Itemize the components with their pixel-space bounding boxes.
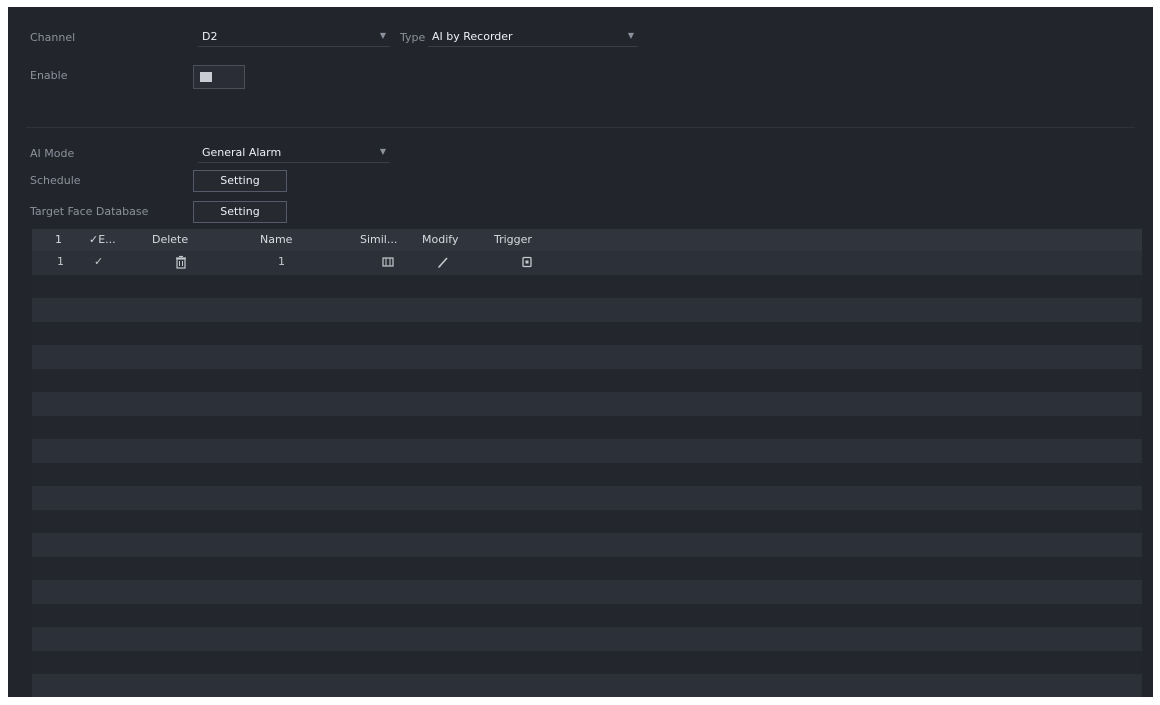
toggle-knob (200, 72, 212, 82)
row-name: 1 (278, 255, 285, 268)
table-row-empty (32, 580, 1142, 604)
ai-mode-value: General Alarm (202, 146, 282, 159)
table-row-empty (32, 368, 1142, 392)
table-body: 1 ✓ 1 (32, 251, 1142, 697)
col-modify: Modify (422, 233, 459, 246)
table-row-empty (32, 650, 1142, 674)
channel-select[interactable]: D2 ▼ (198, 28, 390, 47)
table-header: 1 ✓E... Delete Name Simil... Modify Trig… (32, 229, 1142, 251)
channel-label: Channel (30, 31, 76, 44)
similarity-icon[interactable] (381, 255, 395, 269)
table-row-empty (32, 274, 1142, 298)
type-select[interactable]: AI by Recorder ▼ (428, 28, 638, 47)
table-row-empty (32, 509, 1142, 533)
table-row: 1 ✓ 1 (32, 251, 1142, 275)
table-row-empty (32, 345, 1142, 369)
row-index: 1 (57, 255, 64, 268)
col-trigger: Trigger (494, 233, 532, 246)
table-row-empty (32, 533, 1142, 557)
type-label: Type (400, 31, 426, 44)
table-row-empty (32, 392, 1142, 416)
table-row-empty (32, 603, 1142, 627)
table-row-empty (32, 439, 1142, 463)
col-delete: Delete (152, 233, 189, 246)
table-row-empty (32, 462, 1142, 486)
pencil-icon[interactable] (436, 255, 450, 269)
target-face-db-setting-button[interactable]: Setting (193, 201, 287, 223)
trigger-icon[interactable] (520, 255, 534, 269)
table-row-empty (32, 627, 1142, 651)
ai-mode-select[interactable]: General Alarm ▼ (198, 144, 390, 163)
type-value: AI by Recorder (432, 30, 513, 43)
chevron-down-icon: ▼ (379, 147, 386, 156)
col-similarity: Simil... (360, 233, 398, 246)
chevron-down-icon: ▼ (379, 31, 386, 40)
channel-value: D2 (202, 30, 218, 43)
table-row-empty (32, 486, 1142, 510)
target-face-db-label: Target Face Database (30, 205, 149, 218)
enable-toggle[interactable] (193, 65, 245, 89)
ai-mode-label: AI Mode (30, 147, 75, 160)
col-index: 1 (55, 233, 62, 246)
enable-label: Enable (30, 69, 68, 82)
face-database-table: 1 ✓E... Delete Name Simil... Modify Trig… (32, 229, 1142, 697)
row-enabled-check[interactable]: ✓ (94, 255, 103, 268)
col-name: Name (260, 233, 293, 246)
table-row-empty (32, 415, 1142, 439)
chevron-down-icon: ▼ (627, 31, 634, 40)
table-row-empty (32, 556, 1142, 580)
table-row-empty (32, 298, 1142, 322)
schedule-label: Schedule (30, 174, 81, 187)
table-row-empty (32, 321, 1142, 345)
face-detection-panel: Channel D2 ▼ Type AI by Recorder ▼ Enabl… (8, 7, 1153, 697)
section-divider (26, 127, 1135, 128)
table-row-empty (32, 674, 1142, 697)
col-enable[interactable]: ✓E... (89, 233, 116, 246)
schedule-setting-button[interactable]: Setting (193, 170, 287, 192)
trash-icon[interactable] (174, 255, 188, 269)
